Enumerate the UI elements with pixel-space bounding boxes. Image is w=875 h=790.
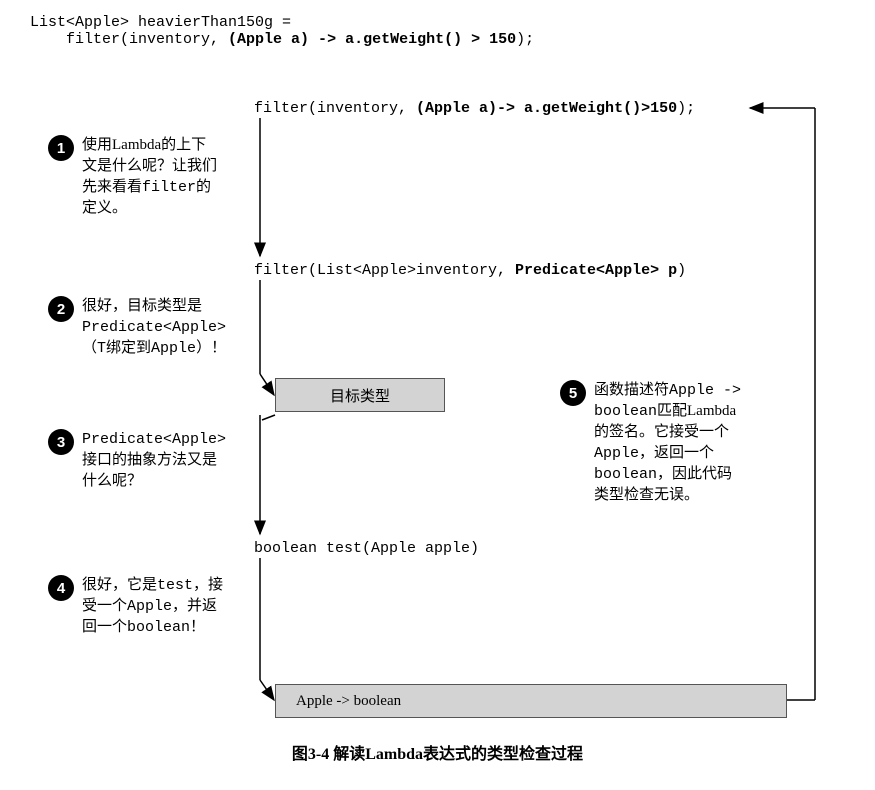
arrow-4b: [260, 680, 274, 700]
arrow-2b: [260, 374, 274, 395]
arrow-3top: [262, 415, 275, 420]
arrows-svg: [0, 0, 875, 790]
